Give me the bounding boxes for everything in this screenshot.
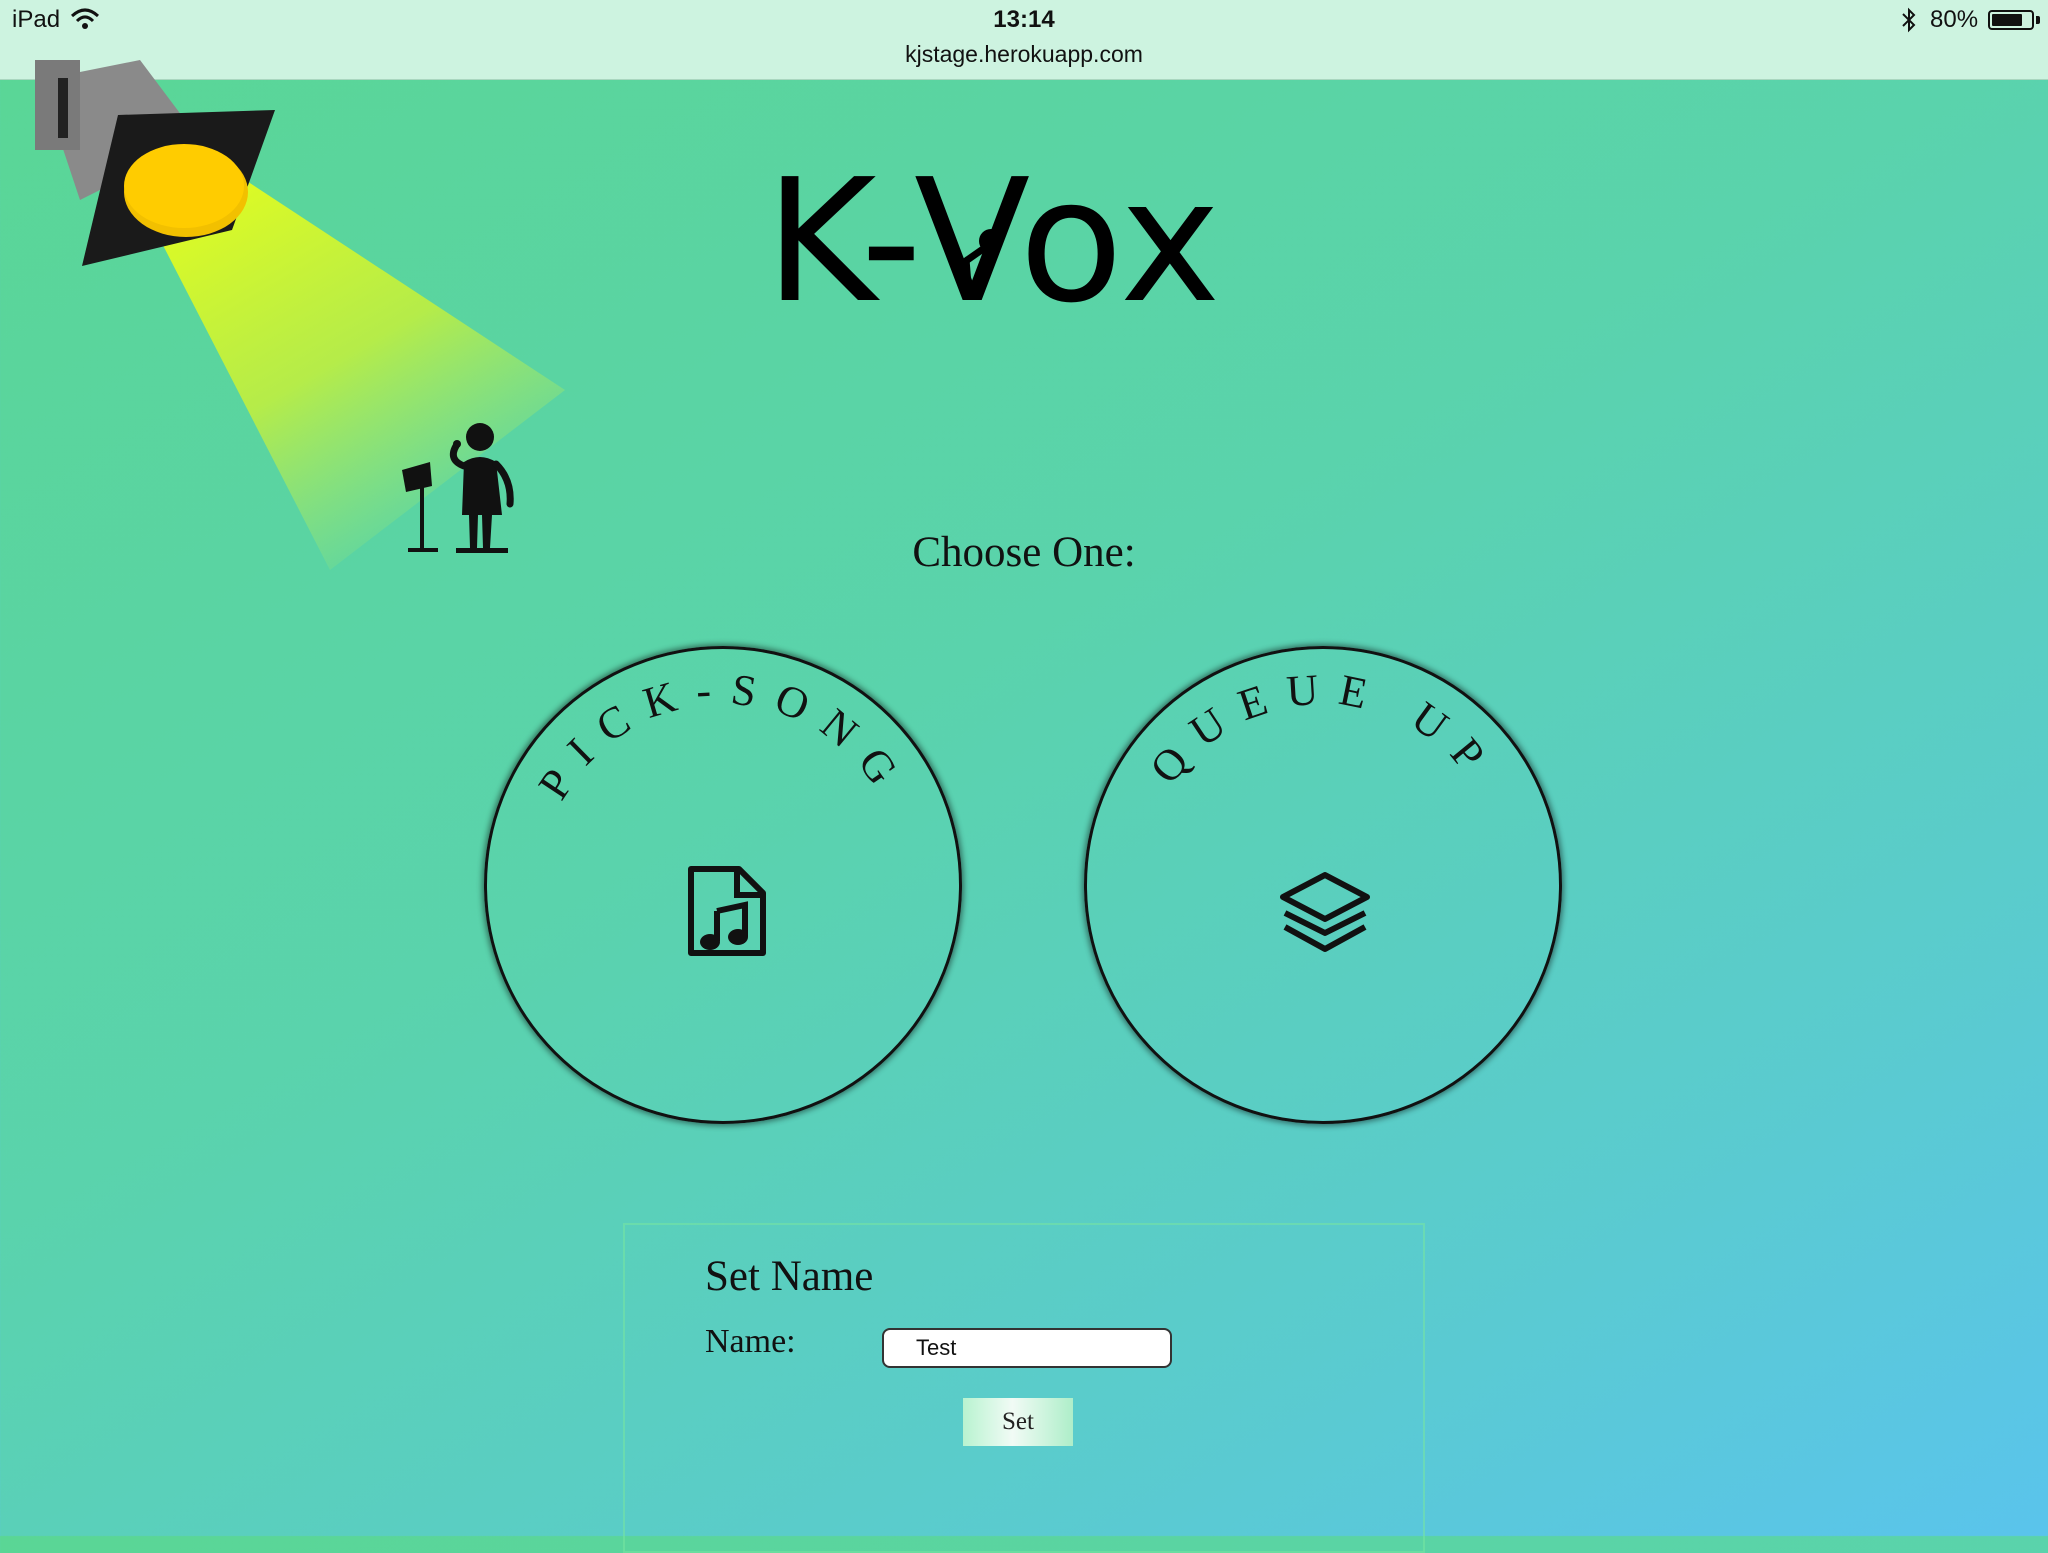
battery-percent: 80% [1930, 6, 1979, 33]
battery-nub [2036, 16, 2040, 24]
name-input[interactable] [882, 1328, 1172, 1368]
kvox-logo: K-Vox [765, 145, 1221, 341]
bluetooth-icon [1902, 7, 1916, 33]
set-name-title: Set Name [705, 1253, 874, 1300]
battery-icon [1988, 10, 2034, 30]
choose-prompt: Choose One: [912, 529, 1136, 576]
name-label: Name: [705, 1323, 796, 1360]
layers-icon [1280, 872, 1370, 952]
pick-song-button[interactable]: PICK-SONG [484, 646, 962, 1124]
svg-text:QUEUE UP: QUEUE UP [1140, 664, 1505, 793]
queue-up-button[interactable]: QUEUE UP [1084, 646, 1562, 1124]
svg-text:PICK-SONG: PICK-SONG [529, 664, 917, 807]
battery-fill [1992, 14, 2022, 26]
music-file-icon [688, 866, 766, 956]
set-button[interactable]: Set [963, 1398, 1073, 1446]
clock: 13:14 [993, 6, 1055, 33]
